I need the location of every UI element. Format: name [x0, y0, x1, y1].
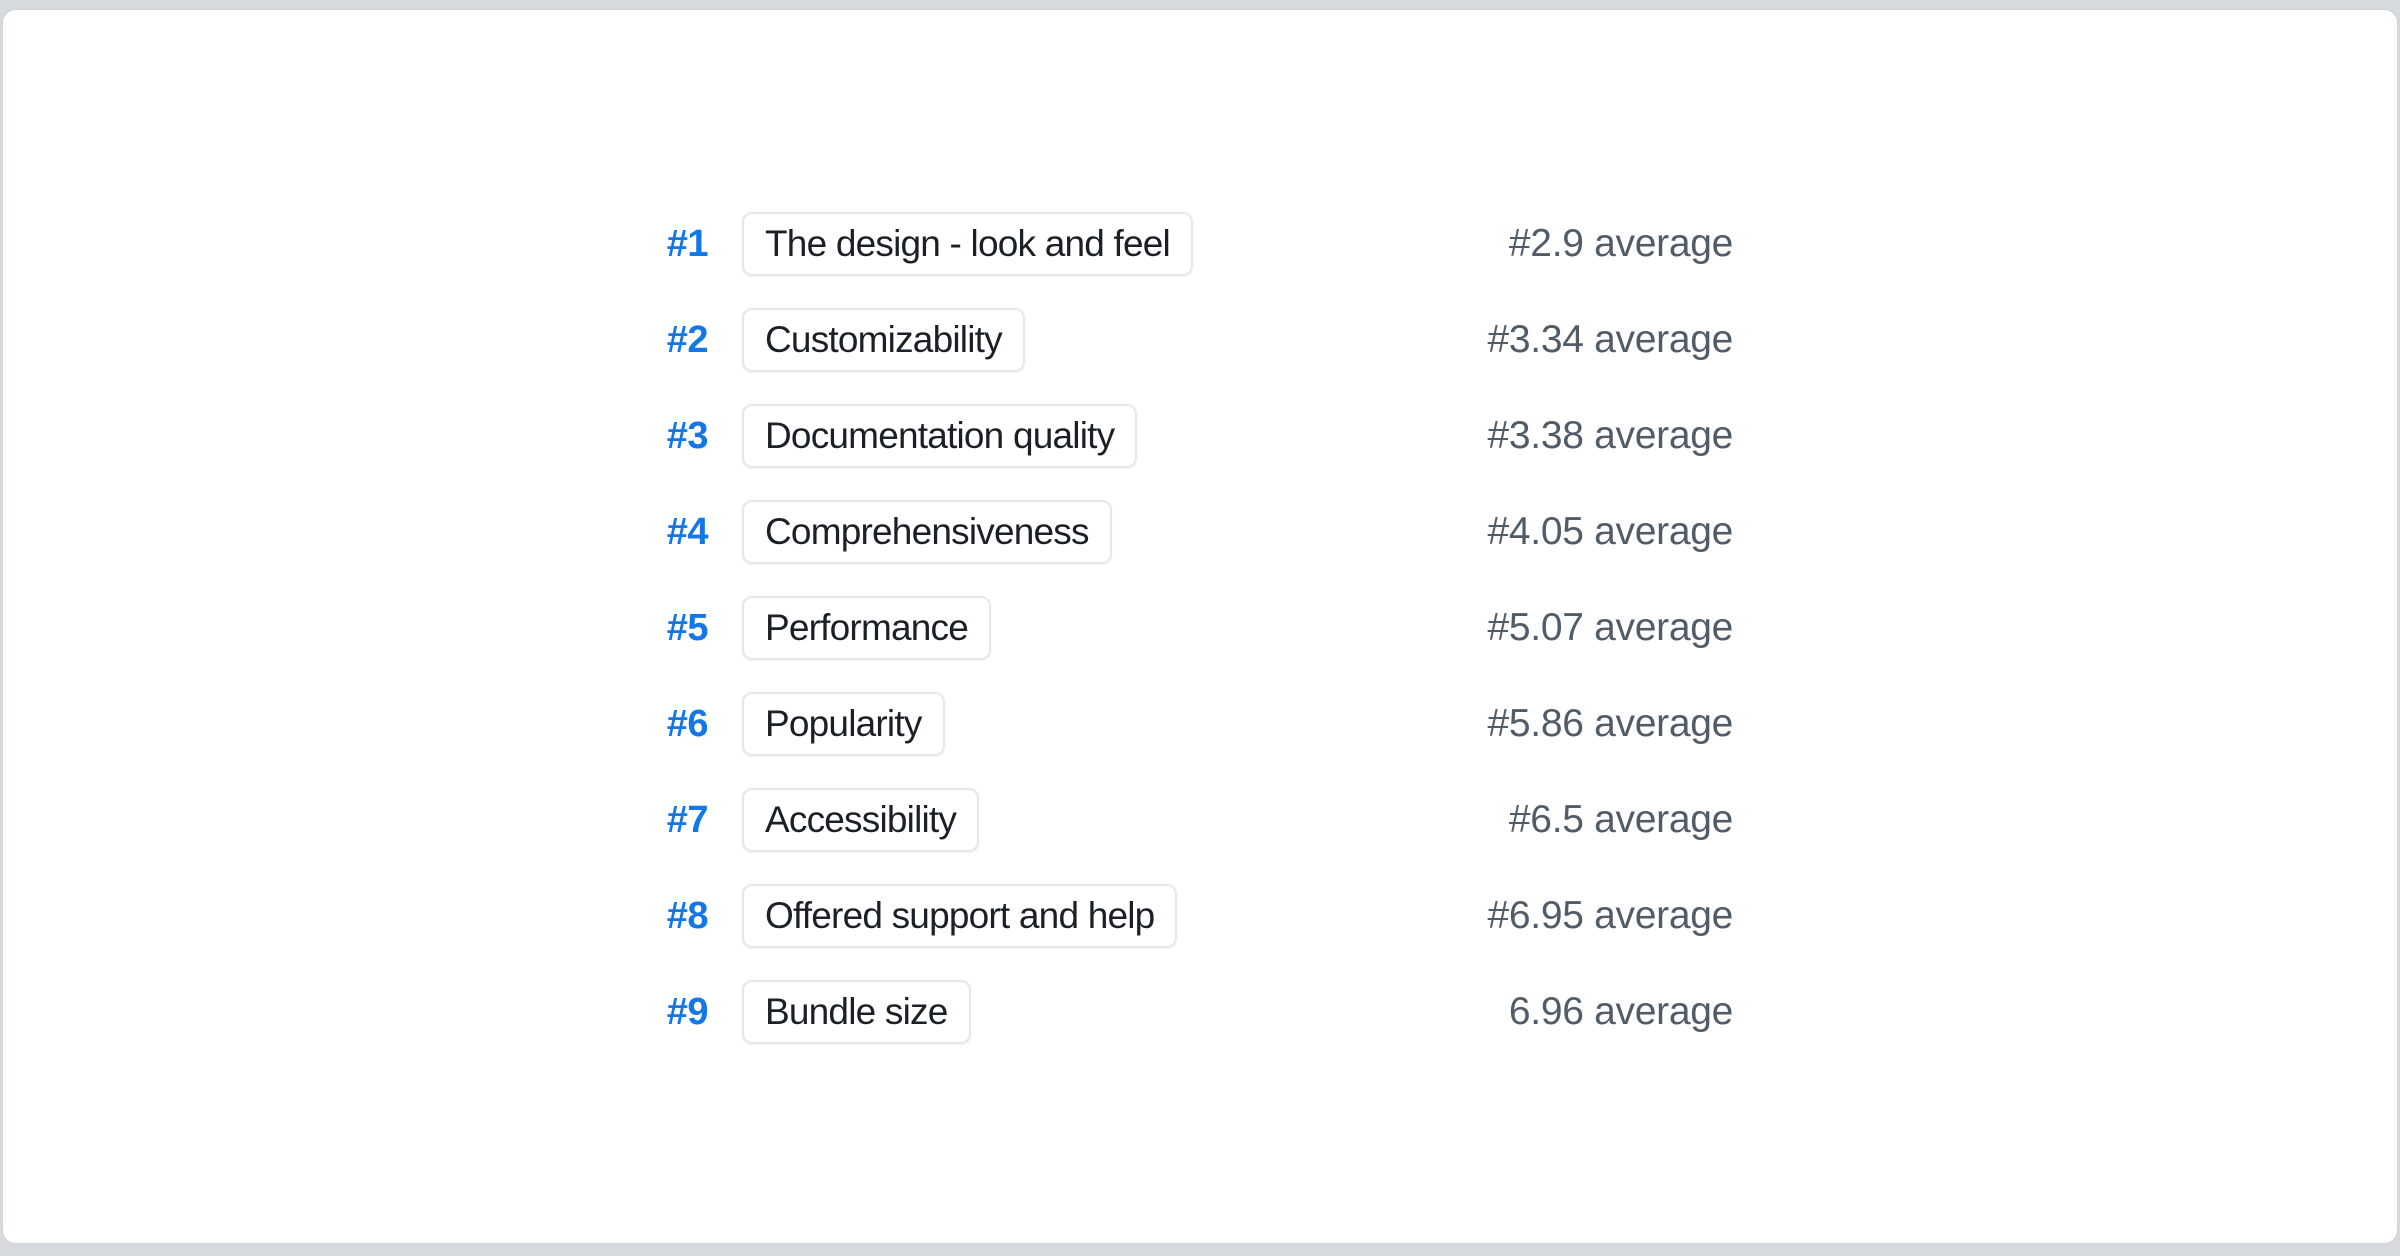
option-chip: Offered support and help: [742, 884, 1177, 948]
average-score: 6.96 average: [971, 990, 1734, 1034]
results-card: #1 The design - look and feel #2.9 avera…: [2, 9, 2398, 1244]
option-chip: Popularity: [742, 692, 945, 756]
average-score: #5.07 average: [991, 606, 1733, 650]
average-score: #4.05 average: [1112, 510, 1733, 554]
rank-number: #4: [601, 511, 708, 554]
average-score: #3.38 average: [1137, 414, 1733, 458]
rank-number: #6: [601, 703, 708, 746]
option-chip: Accessibility: [742, 788, 979, 852]
option-label: Popularity: [765, 703, 922, 745]
ranking-row: #4 Comprehensiveness #4.05 average: [601, 484, 1733, 580]
ranking-list: #1 The design - look and feel #2.9 avera…: [601, 196, 1733, 1060]
option-chip: Customizability: [742, 308, 1025, 372]
rank-number: #7: [601, 799, 708, 842]
ranking-row: #2 Customizability #3.34 average: [601, 292, 1733, 388]
average-score: #6.5 average: [979, 798, 1733, 842]
rank-number: #1: [601, 223, 708, 266]
average-score: #5.86 average: [945, 702, 1733, 746]
ranking-row: #8 Offered support and help #6.95 averag…: [601, 868, 1733, 964]
option-label: Accessibility: [765, 799, 956, 841]
option-label: Documentation quality: [765, 415, 1114, 457]
average-score: #2.9 average: [1193, 222, 1733, 266]
option-chip: Bundle size: [742, 980, 971, 1044]
ranking-row: #1 The design - look and feel #2.9 avera…: [601, 196, 1733, 292]
option-label: Customizability: [765, 319, 1002, 361]
rank-number: #9: [601, 991, 708, 1034]
ranking-row: #7 Accessibility #6.5 average: [601, 772, 1733, 868]
page-background: #1 The design - look and feel #2.9 avera…: [0, 0, 2400, 1256]
option-chip: Performance: [742, 596, 991, 660]
ranking-row: #5 Performance #5.07 average: [601, 580, 1733, 676]
option-chip: Comprehensiveness: [742, 500, 1112, 564]
option-label: Bundle size: [765, 991, 948, 1033]
option-label: Performance: [765, 607, 968, 649]
average-score: #3.34 average: [1025, 318, 1733, 362]
rank-number: #5: [601, 607, 708, 650]
average-score: #6.95 average: [1177, 894, 1733, 938]
option-label: The design - look and feel: [765, 223, 1170, 265]
option-label: Offered support and help: [765, 895, 1154, 937]
rank-number: #8: [601, 895, 708, 938]
option-chip: Documentation quality: [742, 404, 1137, 468]
ranking-row: #9 Bundle size 6.96 average: [601, 964, 1733, 1060]
option-chip: The design - look and feel: [742, 212, 1193, 276]
ranking-row: #3 Documentation quality #3.38 average: [601, 388, 1733, 484]
rank-number: #2: [601, 319, 708, 362]
ranking-row: #6 Popularity #5.86 average: [601, 676, 1733, 772]
rank-number: #3: [601, 415, 708, 458]
option-label: Comprehensiveness: [765, 511, 1089, 553]
